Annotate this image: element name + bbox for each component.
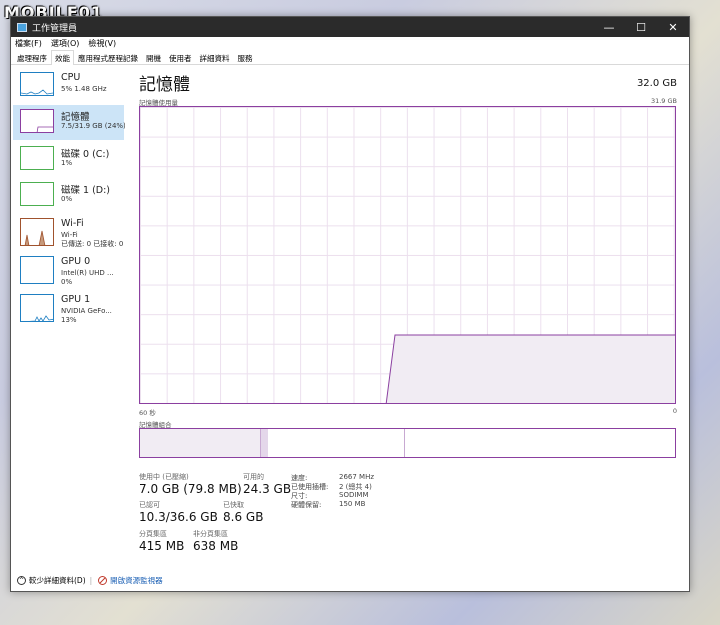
sidebar-disk1-name: 磁碟 1 (D:) [61,185,111,196]
less-details-label: 較少詳細資料(D) [29,575,86,585]
wifi-thumbnail-graph [20,218,54,246]
sidebar-gpu1-model: NVIDIA GeFo... [61,307,112,315]
committed-value: 10.3/36.6 GB [139,510,218,524]
hardware-reserved-value: 150 MB [339,500,366,508]
sidebar-memory-sub: 7.5/31.9 GB (24%) [61,122,125,130]
graph-time-left: 60 秒 [139,409,156,417]
gpu1-thumbnail-graph [20,294,54,322]
in-use-value: 7.0 GB (79.8 MB) [139,482,242,496]
tab-services[interactable]: 服務 [234,50,257,64]
resource-monitor-icon [98,575,108,585]
graph-max-label: 31.9 GB [650,97,677,105]
tab-details[interactable]: 詳細資料 [196,50,234,64]
open-resource-monitor-link[interactable]: 開啟資源監視器 [98,575,163,586]
composition-in-use [140,429,260,457]
composition-divider [404,429,405,457]
cpu-thumbnail-graph [20,72,54,96]
close-button[interactable]: ✕ [657,21,689,34]
cached-label: 已快取 [223,501,244,509]
sidebar-gpu0-sub: Intel(R) UHD ... 0% [61,269,125,286]
committed-label: 已認可 [139,501,160,509]
footer-separator: | [89,575,93,585]
in-use-label: 使用中 (已壓縮) [139,473,189,481]
memory-thumbnail-graph [20,109,54,133]
sidebar-gpu0-model: Intel(R) UHD ... [61,269,114,277]
open-resource-monitor-label: 開啟資源監視器 [110,575,163,585]
tab-strip: 處理程序 效能 應用程式歷程記錄 開機 使用者 詳細資料 服務 [11,50,689,65]
less-details-button[interactable]: ^ 較少詳細資料(D) [17,575,86,586]
disk1-thumbnail-graph [20,182,54,206]
maximize-button[interactable]: ☐ [625,21,657,34]
available-label: 可用的 [243,473,264,481]
minimize-button[interactable]: — [593,21,625,34]
memory-composition-bar [139,428,676,458]
sidebar-gpu1-sub: NVIDIA GeFo... 13% [61,307,125,324]
menu-file[interactable]: 檔案(F) [15,38,42,49]
sidebar-cpu-name: CPU [61,72,81,83]
chevron-up-icon: ^ [17,575,26,585]
nonpaged-pool-value: 638 MB [193,539,239,553]
sidebar-disk0-sub: 1% [61,159,73,167]
form-factor-value: SODIMM [339,491,369,499]
sidebar-item-memory[interactable]: 記憶體 7.5/31.9 GB (24%) [13,105,125,140]
sidebar-gpu1-name: GPU 1 [61,294,91,305]
sidebar-item-disk1[interactable]: 磁碟 1 (D:) 0% [13,178,124,213]
sidebar-item-disk0[interactable]: 磁碟 0 (C:) 1% [13,142,124,177]
paged-pool-label: 分頁集區 [139,530,167,538]
menu-view[interactable]: 檢視(V) [88,38,116,49]
composition-modified [260,429,268,457]
title-bar[interactable]: 工作管理員 — ☐ ✕ [11,17,689,37]
menu-options[interactable]: 選項(O) [51,38,80,49]
memory-detail-panel: 記憶體 32.0 GB 記憶體使用量 31.9 GB 60 秒 0 記憶體組合 … [139,66,677,553]
page-title: 記憶體 [139,75,190,95]
paged-pool-value: 415 MB [139,539,185,553]
sidebar-gpu0-name: GPU 0 [61,256,91,267]
graph-time-right: 0 [672,407,677,415]
sidebar-memory-name: 記憶體 [61,112,90,123]
gpu0-thumbnail-graph [20,256,54,284]
sidebar-item-wifi[interactable]: Wi-Fi Wi-Fi 已傳送: 0 已接收: 0 [13,214,124,252]
sidebar-wifi-name: Wi-Fi [61,218,84,229]
memory-usage-graph [139,106,676,404]
nonpaged-pool-label: 非分頁集區 [193,530,228,538]
sidebar-item-cpu[interactable]: CPU 5% 1.48 GHz [13,68,124,103]
footer-bar: ^ 較少詳細資料(D) | 開啟資源監視器 [11,569,689,591]
window-title: 工作管理員 [32,23,78,34]
tab-processes[interactable]: 處理程序 [13,50,51,64]
sidebar-wifi-adapter: Wi-Fi [61,231,78,239]
sidebar-gpu1-usage: 13% [61,315,77,324]
tab-startup[interactable]: 開機 [142,50,165,64]
tab-users[interactable]: 使用者 [165,50,196,64]
sidebar-gpu0-usage: 0% [61,277,73,286]
task-manager-icon [17,22,27,32]
sidebar-wifi-traffic: 已傳送: 0 已接收: 0 [61,239,124,248]
memory-usage-line [385,334,675,403]
disk0-thumbnail-graph [20,146,54,170]
hardware-reserved-key: 硬體保留: [291,501,322,509]
sidebar-disk0-name: 磁碟 0 (C:) [61,149,110,160]
tab-performance[interactable]: 效能 [51,50,74,65]
memory-usage-area [386,334,675,403]
available-value: 24.3 GB [243,482,292,496]
sidebar-disk1-sub: 0% [61,195,73,203]
speed-value: 2667 MHz [339,473,375,481]
resource-sidebar: CPU 5% 1.48 GHz 記憶體 7.5/31.9 GB (24%) 磁碟… [11,66,125,546]
tab-app-history[interactable]: 應用程式歷程記錄 [74,50,142,64]
menu-bar: 檔案(F) 選項(O) 檢視(V) [11,37,689,50]
sidebar-cpu-sub: 5% 1.48 GHz [61,85,107,93]
sidebar-item-gpu0[interactable]: GPU 0 Intel(R) UHD ... 0% [13,252,124,290]
cached-value: 8.6 GB [223,510,264,524]
sidebar-item-gpu1[interactable]: GPU 1 NVIDIA GeFo... 13% [13,290,124,328]
memory-capacity: 32.0 GB [636,78,677,89]
task-manager-window: 工作管理員 — ☐ ✕ 檔案(F) 選項(O) 檢視(V) 處理程序 效能 應用… [10,16,690,592]
sidebar-wifi-sub: Wi-Fi 已傳送: 0 已接收: 0 [61,231,125,248]
